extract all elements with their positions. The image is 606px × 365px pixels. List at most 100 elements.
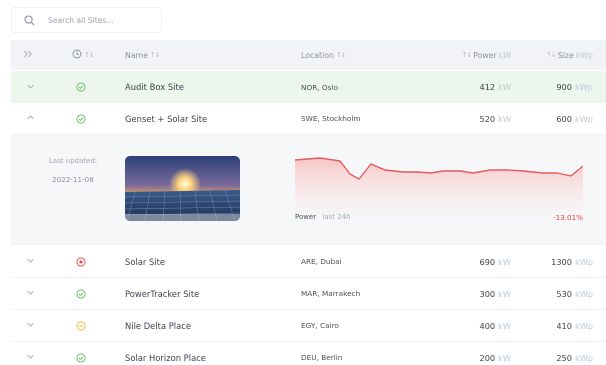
- size-value: 410: [556, 320, 572, 331]
- site-size: 600 kWp: [556, 103, 593, 134]
- site-photo: [125, 156, 240, 221]
- power-header-unit: kW: [498, 50, 511, 60]
- size-value: 1300: [551, 256, 572, 267]
- chevron-down-icon: [26, 320, 35, 331]
- search-box[interactable]: [11, 7, 162, 33]
- status-ok-icon: [75, 71, 87, 103]
- chevron-down-icon: [26, 256, 35, 267]
- site-details-panel: Last updated: 2022-11-08 Power last 24h …: [11, 135, 606, 245]
- size-unit: kWp: [574, 82, 593, 92]
- power-value: 200: [479, 352, 496, 363]
- power-column-header[interactable]: ↑↓ Power kW: [461, 40, 511, 70]
- size-unit: kWp: [574, 256, 593, 267]
- site-size: 250 kWp: [556, 342, 593, 365]
- site-name[interactable]: PowerTracker Site: [125, 278, 199, 309]
- expand-row-button[interactable]: [24, 342, 36, 365]
- site-power: 520 kW: [480, 103, 511, 134]
- size-header-unit: kWp: [575, 50, 593, 60]
- size-unit: kWp: [574, 320, 593, 331]
- chevron-up-icon: [26, 113, 35, 124]
- power-unit: kW: [498, 320, 511, 331]
- status-ok-icon: [75, 342, 87, 365]
- site-location: EGY, Cairo: [301, 321, 339, 330]
- site-name[interactable]: Nile Delta Place: [125, 310, 191, 341]
- table-row[interactable]: Genset + Solar Site SWE, Stockholm 520 kW…: [11, 103, 606, 135]
- name-header-label: Name: [125, 50, 149, 60]
- location-column-header[interactable]: Location ↑↓: [301, 40, 347, 70]
- site-location: SWE, Stockholm: [301, 114, 361, 123]
- double-chevron-right-icon: [23, 49, 33, 61]
- power-unit: kW: [498, 256, 511, 267]
- size-unit: kWp: [574, 288, 593, 299]
- site-name[interactable]: Solar Horizon Place: [125, 342, 206, 365]
- site-power: 400 kW: [480, 310, 511, 341]
- sort-icon: ↑↓: [546, 51, 557, 59]
- power-sparkline-chart: [295, 157, 583, 215]
- size-value: 600: [556, 113, 572, 124]
- site-location: MAR, Marrakech: [301, 289, 361, 298]
- status-ok-icon: [75, 278, 87, 309]
- expand-row-button[interactable]: [24, 246, 36, 277]
- table-row[interactable]: Solar Site ARE, Dubai 690 kW 1300 kWp: [11, 246, 606, 278]
- expand-row-button[interactable]: [24, 278, 36, 309]
- power-unit: kW: [498, 352, 511, 363]
- status-column-header[interactable]: ↑↓: [72, 40, 95, 70]
- size-header-label: Size: [557, 50, 574, 60]
- expand-all-toggle[interactable]: [23, 40, 33, 70]
- site-size: 410 kWp: [556, 310, 593, 341]
- size-unit: kWp: [574, 352, 593, 363]
- power-unit: kW: [498, 288, 511, 299]
- size-column-header[interactable]: ↑↓ Size kWp: [546, 40, 593, 70]
- chevron-down-icon: [26, 352, 35, 363]
- power-chart-label: Power last 24h: [295, 213, 351, 221]
- power-chart-title: Power: [295, 213, 317, 221]
- status-warning-icon: [75, 310, 87, 341]
- chevron-down-icon: [26, 288, 35, 299]
- site-power: 412 kW: [480, 71, 511, 103]
- sort-icon: ↑↓: [335, 51, 347, 59]
- site-location: DEU, Berlin: [301, 353, 343, 362]
- name-column-header[interactable]: Name ↑↓: [125, 40, 161, 70]
- site-name[interactable]: Genset + Solar Site: [125, 103, 207, 134]
- table-row[interactable]: Solar Horizon Place DEU, Berlin 200 kW 25…: [11, 342, 606, 365]
- location-header-label: Location: [301, 50, 334, 60]
- power-value: 690: [479, 256, 496, 267]
- search-icon: [23, 14, 36, 27]
- status-ok-icon: [75, 103, 87, 134]
- table-header: ↑↓ Name ↑↓ Location ↑↓ ↑↓ Power kW ↑↓ Si…: [11, 40, 606, 70]
- clock-icon: [72, 49, 82, 61]
- size-unit: kWp: [574, 113, 593, 124]
- size-value: 250: [556, 352, 572, 363]
- expand-row-button[interactable]: [24, 71, 36, 103]
- table-row[interactable]: Nile Delta Place EGY, Cairo 400 kW 410 kWp: [11, 310, 606, 342]
- sort-icon: ↑↓: [150, 51, 161, 59]
- site-power: 200 kW: [480, 342, 511, 365]
- site-name[interactable]: Audit Box Site: [125, 71, 184, 103]
- search-input[interactable]: [48, 15, 158, 25]
- status-error-icon: [75, 246, 87, 277]
- power-change-percent: -13.01%: [553, 213, 583, 222]
- site-size: 900 kWp: [556, 71, 593, 103]
- power-value: 400: [479, 320, 496, 331]
- site-location: NOR, Oslo: [301, 82, 338, 92]
- site-location: ARE, Dubai: [301, 257, 342, 266]
- expand-row-button[interactable]: [24, 310, 36, 341]
- collapse-row-button[interactable]: [24, 103, 36, 134]
- site-name[interactable]: Solar Site: [125, 246, 165, 277]
- power-value: 520: [479, 113, 496, 124]
- site-size: 1300 kWp: [551, 246, 593, 277]
- last-updated-label: Last updated:: [49, 157, 98, 165]
- table-row[interactable]: PowerTracker Site MAR, Marrakech 300 kW 5…: [11, 278, 606, 310]
- power-unit: kW: [498, 82, 511, 92]
- power-unit: kW: [498, 113, 511, 124]
- sort-icon: ↑↓: [461, 51, 472, 59]
- sort-icon: ↑↓: [84, 51, 95, 59]
- last-updated-date: 2022-11-08: [52, 175, 94, 184]
- power-value: 412: [479, 82, 496, 92]
- site-power: 690 kW: [480, 246, 511, 277]
- chevron-down-icon: [26, 82, 35, 93]
- site-size: 530 kWp: [556, 278, 593, 309]
- site-power: 300 kW: [480, 278, 511, 309]
- size-value: 530: [556, 288, 572, 299]
- table-row[interactable]: Audit Box Site NOR, Oslo 412 kW 900 kWp: [11, 71, 606, 103]
